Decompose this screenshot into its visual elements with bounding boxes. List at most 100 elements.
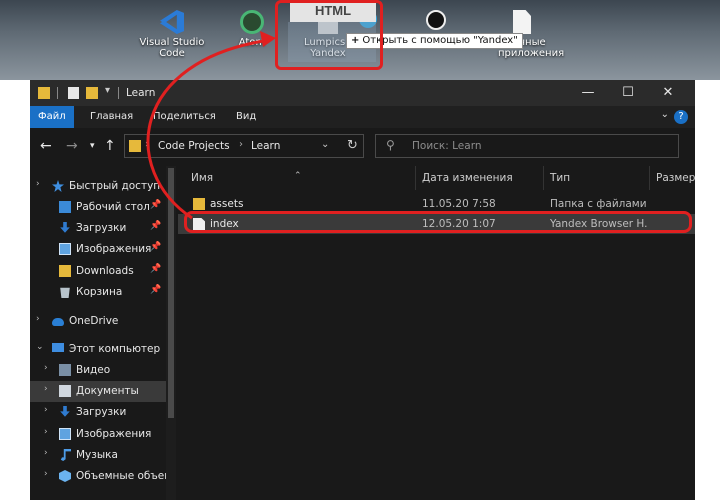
close-button[interactable]: ✕ <box>650 80 686 106</box>
breadcrumb-code-projects[interactable]: Code Projects <box>158 140 230 152</box>
refresh-icon[interactable]: ↻ <box>347 138 358 153</box>
computer-icon <box>52 343 64 352</box>
pictures-icon <box>59 243 71 255</box>
search-field[interactable]: ⚲ Поиск: Learn <box>375 134 679 158</box>
tab-file[interactable]: Файл <box>30 106 74 128</box>
scrollbar-thumb[interactable] <box>168 168 174 418</box>
nav-downloads[interactable]: Загрузки 📌 <box>30 218 166 239</box>
column-header-label: Имя <box>191 172 214 184</box>
customize-toolbar-icon[interactable]: ▾ <box>105 85 110 97</box>
explorer-window: ▾ Learn — ☐ ✕ Файл Главная Поделиться Ви… <box>30 80 695 500</box>
desktop-icon-vscode[interactable]: Visual Studio Code <box>134 10 210 59</box>
html-file-icon <box>193 218 205 230</box>
table-row-selected[interactable]: index 12.05.20 1:07 Yandex Browser H... <box>178 214 695 234</box>
column-header-name[interactable]: ⌃ Имя <box>178 166 416 190</box>
atom-icon <box>240 10 264 34</box>
chevron-right-icon[interactable]: › <box>239 139 243 150</box>
file-date: 12.05.20 1:07 <box>422 218 496 230</box>
column-header-type[interactable]: Тип <box>544 166 650 190</box>
tab-share[interactable]: Поделиться <box>145 106 224 128</box>
title-bar: ▾ Learn — ☐ ✕ <box>30 80 695 106</box>
address-bar[interactable]: › Code Projects › Learn ⌄ ↻ <box>124 134 364 158</box>
minimize-button[interactable]: — <box>570 80 606 106</box>
nav-label: Загрузки <box>76 406 127 418</box>
address-toolbar: ← → ▾ ↑ › Code Projects › Learn ⌄ ↻ ⚲ По… <box>30 128 695 166</box>
nav-documents[interactable]: › Документы <box>30 381 166 402</box>
tab-view[interactable]: Вид <box>228 106 264 128</box>
nav-downloads-pc[interactable]: › Загрузки <box>30 402 166 423</box>
nav-label: Музыка <box>76 449 118 461</box>
expand-icon[interactable]: › <box>36 179 40 189</box>
nav-scrollbar[interactable] <box>166 166 176 500</box>
separator <box>57 87 58 99</box>
pin-icon: 📌 <box>150 285 162 295</box>
nav-music[interactable]: › Музыка <box>30 445 166 466</box>
nav-desktop[interactable]: Рабочий стол 📌 <box>30 197 166 218</box>
up-arrow-icon[interactable]: ↑ <box>104 138 116 154</box>
nav-3d-objects[interactable]: › Объемные объек <box>30 466 171 487</box>
nav-videos[interactable]: › Видео <box>30 360 166 381</box>
file-date: 11.05.20 7:58 <box>422 198 496 210</box>
table-row[interactable]: assets 11.05.20 7:58 Папка с файлами <box>178 194 695 214</box>
video-icon <box>59 364 71 376</box>
file-type: Папка с файлами <box>550 198 647 210</box>
pictures-icon <box>59 428 71 440</box>
desktop-icon <box>59 201 71 213</box>
nav-this-pc[interactable]: ⌄ Этот компьютер <box>30 339 166 360</box>
expand-ribbon-icon[interactable]: ⌄ <box>661 109 669 120</box>
nav-recycle-bin[interactable]: Корзина 📌 <box>30 282 166 303</box>
nav-onedrive[interactable]: › OneDrive <box>30 311 166 332</box>
chevron-right-icon[interactable]: › <box>145 139 149 150</box>
folder-icon <box>193 198 205 210</box>
help-icon[interactable]: ? <box>674 110 688 124</box>
nav-label: Корзина <box>76 286 123 298</box>
forward-arrow-icon[interactable]: → <box>66 138 78 154</box>
file-list: ⌃ Имя Дата изменения Тип Размер assets 1… <box>178 166 695 500</box>
desktop-area: Visual Studio Code Atom Lumpics - Yandex… <box>0 0 720 80</box>
3d-objects-icon <box>59 470 71 482</box>
expand-icon[interactable]: › <box>44 384 48 394</box>
column-header-date[interactable]: Дата изменения <box>416 166 544 190</box>
nav-pictures[interactable]: Изображения 📌 <box>30 239 166 260</box>
expand-icon[interactable]: › <box>36 314 40 324</box>
nav-label: Объемные объек <box>76 470 171 482</box>
back-arrow-icon[interactable]: ← <box>40 138 52 154</box>
expand-icon[interactable]: › <box>44 448 48 458</box>
chevron-down-icon[interactable]: ⌄ <box>321 139 329 150</box>
tab-home[interactable]: Главная <box>82 106 141 128</box>
nav-label: Документы <box>76 385 139 397</box>
folder-icon <box>59 265 71 277</box>
column-header-size[interactable]: Размер <box>650 166 695 190</box>
properties-icon[interactable] <box>68 87 79 99</box>
separator <box>118 87 119 99</box>
expand-icon[interactable]: › <box>44 405 48 415</box>
maximize-button[interactable]: ☐ <box>610 80 646 106</box>
pin-icon: 📌 <box>150 200 162 210</box>
expand-icon[interactable]: › <box>44 363 48 373</box>
window-title: Learn <box>126 87 156 99</box>
desktop-icon-obs[interactable] <box>416 10 456 33</box>
breadcrumb-learn[interactable]: Learn <box>251 140 280 152</box>
star-icon <box>52 180 64 192</box>
documents-icon <box>59 385 71 397</box>
drop-tooltip-text: Открыть с помощью "Yandex" <box>362 35 518 46</box>
nav-label: Этот компьютер <box>69 343 161 355</box>
search-icon: ⚲ <box>386 138 395 152</box>
pin-icon: 📌 <box>150 221 162 231</box>
downloads-icon <box>60 406 70 417</box>
expand-icon[interactable]: › <box>44 427 48 437</box>
nav-downloads-folder[interactable]: Downloads 📌 <box>30 261 166 282</box>
expand-icon[interactable]: › <box>44 469 48 479</box>
obs-icon <box>426 10 446 30</box>
recent-locations-icon[interactable]: ▾ <box>90 141 95 151</box>
navigation-pane: › Быстрый доступ Рабочий стол 📌 Загрузки… <box>30 166 171 500</box>
nav-quick-access[interactable]: › Быстрый доступ <box>30 176 166 197</box>
new-folder-icon[interactable] <box>86 87 98 99</box>
highlight-frame-target <box>275 0 383 70</box>
file-name: index <box>210 218 239 230</box>
desktop-icon-label: Visual Studio Code <box>139 37 205 59</box>
nav-pictures-pc[interactable]: › Изображения <box>30 424 166 445</box>
downloads-icon <box>60 222 70 233</box>
nav-label: Видео <box>76 364 111 376</box>
chevron-down-icon[interactable]: ⌄ <box>36 342 44 352</box>
